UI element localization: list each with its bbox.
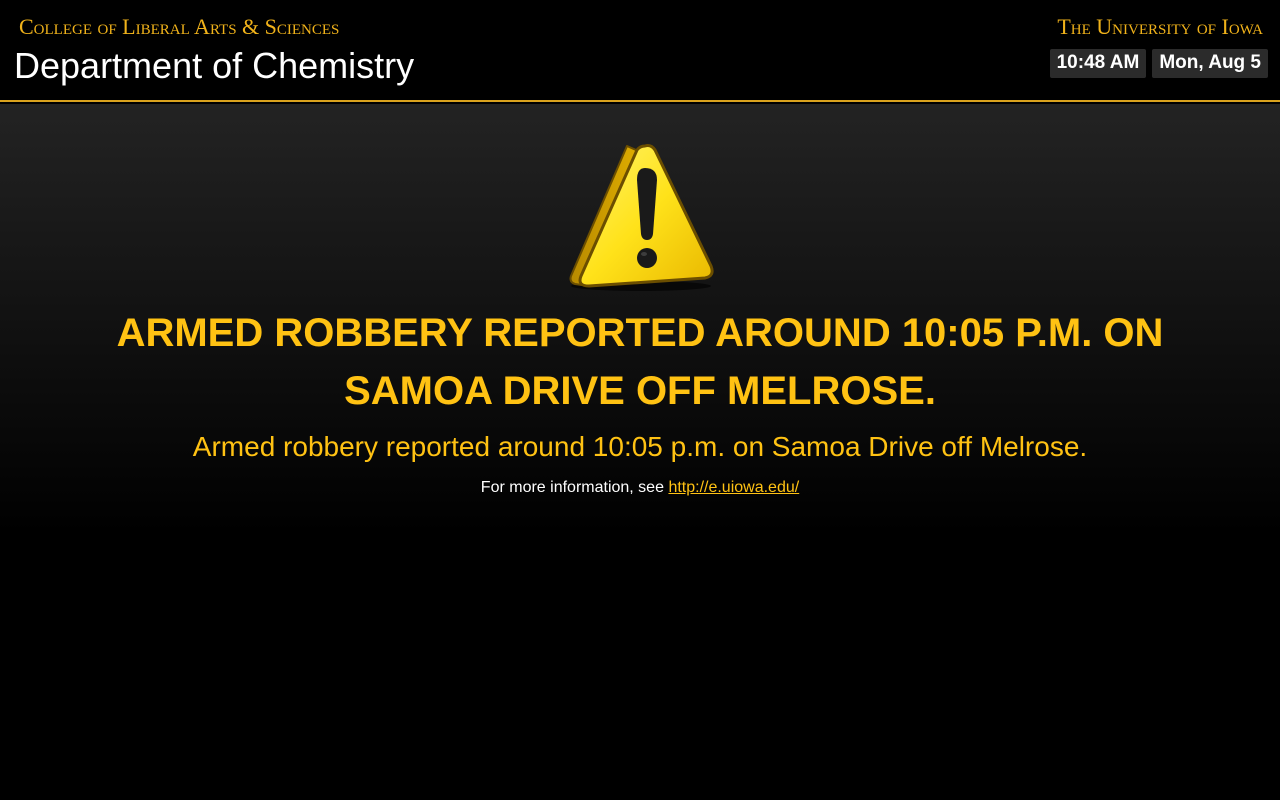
- college-name: College of Liberal Arts & Sciences: [19, 14, 340, 39]
- alert-headline: ARMED ROBBERY REPORTED AROUND 10:05 P.M.…: [116, 311, 1164, 413]
- time-display: 10:48 AM: [1049, 49, 1147, 78]
- university-name: The University of Iowa: [1057, 14, 1263, 39]
- warning-icon: [569, 144, 714, 291]
- date-display: Mon, Aug 5: [1152, 49, 1268, 78]
- more-info-link[interactable]: http://e.uiowa.edu/: [668, 479, 799, 496]
- alert-message: Armed robbery reported around 10:05 p.m.…: [192, 431, 1088, 462]
- alert-panel: ARMED ROBBERY REPORTED AROUND 10:05 P.M.…: [0, 104, 1280, 800]
- more-info: For more information, see http://e.uiowa…: [40, 477, 1240, 499]
- more-info-label: For more information, see: [480, 479, 664, 496]
- header-bar: College of Liberal Arts & Sciences Depar…: [0, 0, 1280, 102]
- department-title: Department of Chemistry: [14, 45, 415, 86]
- clock-row: 10:48 AM Mon, Aug 5: [1049, 49, 1268, 78]
